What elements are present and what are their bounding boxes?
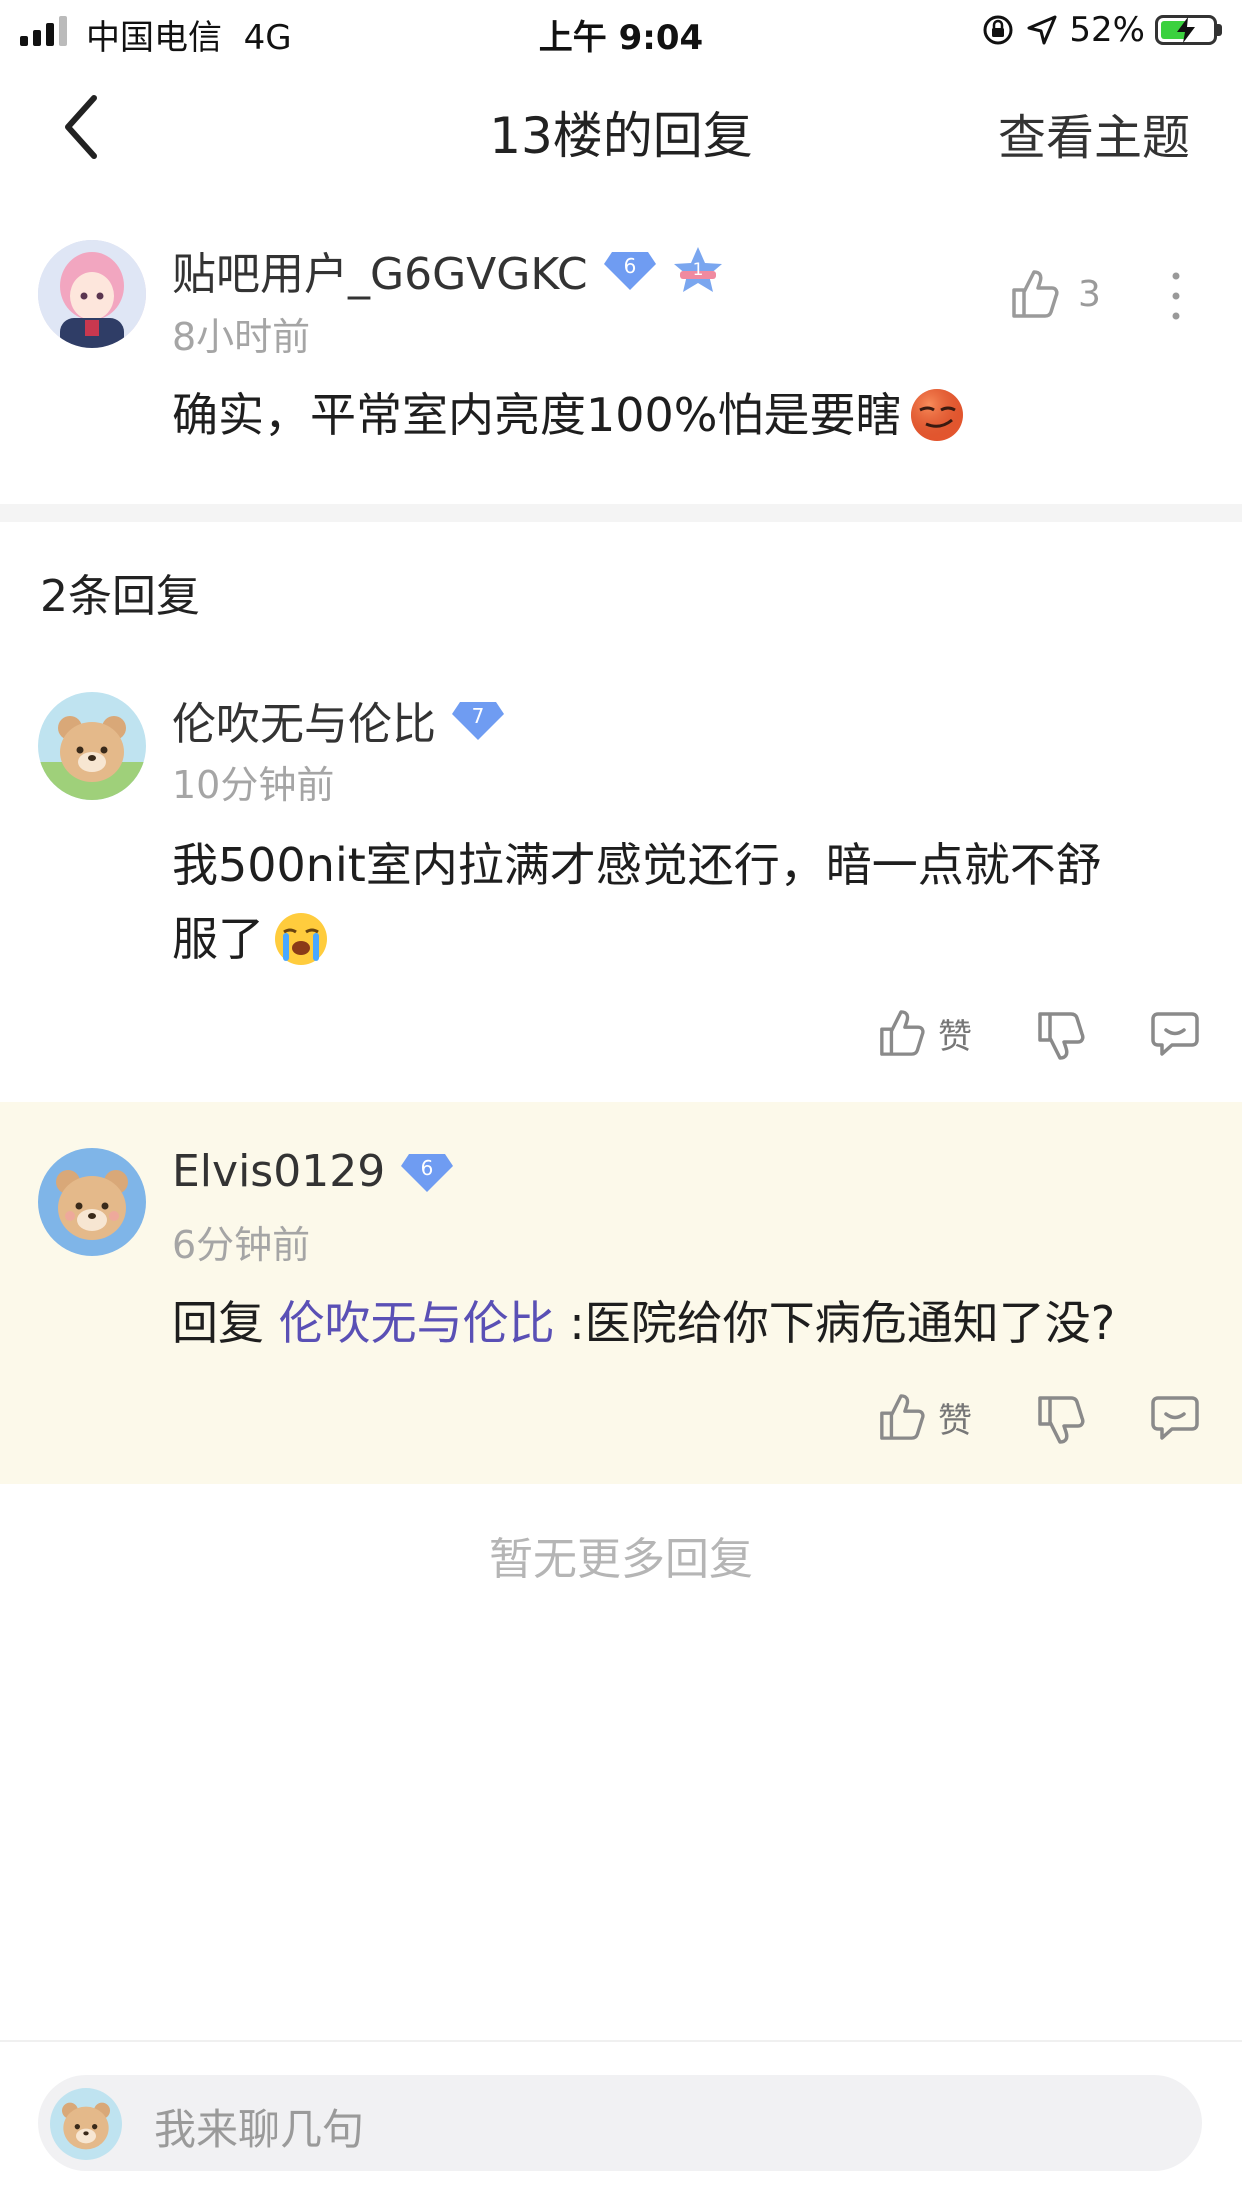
thumbs-up-icon (880, 1010, 925, 1056)
reply-2-like-button[interactable]: 赞 (878, 1392, 972, 1442)
reply-1-content: 我500nit室内拉满才感觉还行，暗一点就不舒 服了 (172, 828, 1182, 976)
thumbs-down-icon[interactable] (1036, 1010, 1086, 1062)
charging-bolt-icon (1177, 17, 1195, 43)
main-post-like-button[interactable]: 3 (1010, 268, 1101, 320)
orientation-lock-icon (983, 15, 1013, 45)
main-post-header: 贴吧用户_G6GVGKC 6 1 (172, 238, 724, 302)
bear-avatar-image (38, 692, 146, 800)
bottom-divider (0, 2040, 1242, 2042)
comment-icon[interactable] (1150, 1010, 1200, 1058)
no-more-replies-label: 暂无更多回复 (489, 1534, 753, 1585)
level-badge-text: 7 (472, 704, 485, 728)
reply-1-avatar[interactable] (38, 692, 146, 800)
reply-2-username[interactable]: Elvis0129 (172, 1146, 385, 1197)
section-divider (0, 504, 1242, 522)
reply-1-line2: 服了 (172, 902, 1182, 976)
thumbs-up-icon (880, 1394, 925, 1440)
smirk-emoji-icon (910, 389, 963, 441)
thumbs-down-icon[interactable] (1036, 1394, 1086, 1446)
status-bar: 中国电信 4G 上午 9:04 52% (0, 0, 1242, 62)
reply-1-header: 伦吹无与伦比 7 (172, 688, 506, 752)
reply-2-prefix: 回复 (172, 1296, 264, 1350)
avatar[interactable] (38, 240, 146, 348)
reply-1-time: 10分钟前 (172, 763, 335, 807)
reply-1-username[interactable]: 伦吹无与伦比 (172, 688, 436, 752)
reply-1-text-line2: 服了 (172, 912, 264, 966)
more-options-icon[interactable] (1166, 270, 1186, 322)
level-badge-icon: 6 (603, 252, 656, 290)
rank-star-badge-icon: 1 (673, 247, 722, 292)
reply-2-text: :医院给你下病危通知了没? (569, 1296, 1116, 1350)
like-label: 赞 (938, 1016, 972, 1057)
reply-2-avatar[interactable] (38, 1148, 146, 1256)
bear-avatar-image (38, 1148, 146, 1256)
reply-count-label: 2条回复 (40, 571, 200, 622)
main-post-username[interactable]: 贴吧用户_G6GVGKC (172, 238, 588, 302)
level-badge-text: 6 (421, 1156, 434, 1180)
rank-badge-text: 1 (692, 260, 703, 280)
location-arrow-icon (1027, 15, 1057, 45)
level-badge-text: 6 (623, 254, 636, 278)
thumbs-up-icon (1012, 270, 1059, 318)
reply-2-target-link[interactable]: 伦吹无与伦比 (279, 1296, 555, 1350)
my-avatar (50, 2088, 122, 2160)
bear-avatar-image (50, 2088, 122, 2160)
like-label: 赞 (938, 1400, 972, 1441)
reply-2-time: 6分钟前 (172, 1223, 311, 1267)
comment-icon[interactable] (1150, 1394, 1200, 1442)
anime-avatar-image (38, 240, 146, 348)
comment-input-placeholder[interactable]: 我来聊几句 (154, 2096, 364, 2157)
main-post-time: 8小时前 (172, 315, 311, 359)
like-count: 3 (1078, 273, 1101, 315)
main-post-text: 确实，平常室内亮度100%怕是要瞎 (172, 388, 902, 442)
main-post-content: 确实，平常室内亮度100%怕是要瞎 (172, 378, 966, 452)
status-right: 52% (981, 10, 1222, 50)
level-badge-icon: 6 (401, 1153, 454, 1192)
reply-1-text-line1: 我500nit室内拉满才感觉还行，暗一点就不舒 (172, 838, 1102, 892)
battery-percent: 52% (1069, 10, 1145, 50)
view-topic-button[interactable]: 查看主题 (998, 98, 1190, 168)
reply-2-header: Elvis0129 6 (172, 1146, 455, 1197)
level-badge-icon: 7 (452, 702, 504, 740)
crying-emoji-icon (275, 913, 327, 965)
battery-icon (1155, 15, 1222, 45)
reply-2-content: 回复 伦吹无与伦比 :医院给你下病危通知了没? (172, 1286, 1115, 1360)
reply-1-like-button[interactable]: 赞 (878, 1008, 972, 1058)
